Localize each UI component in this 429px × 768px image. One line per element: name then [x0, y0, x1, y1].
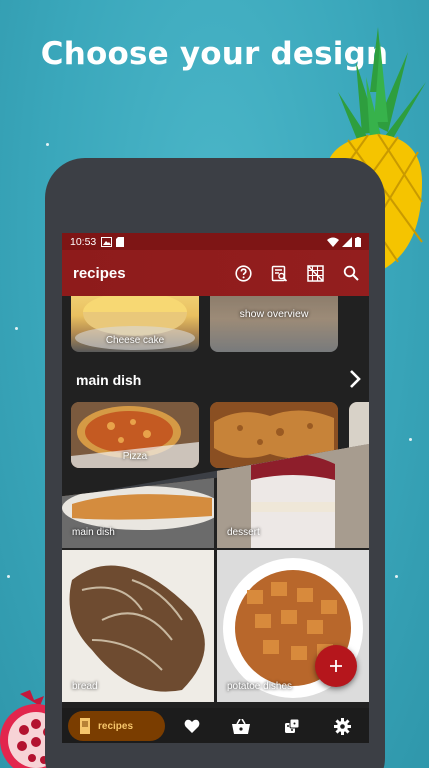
grid-icon [306, 264, 324, 282]
category-tile-bread[interactable]: bread [62, 550, 214, 702]
gear-icon [333, 717, 351, 735]
battery-icon [355, 236, 361, 247]
chevron-right-icon[interactable] [345, 368, 365, 390]
bottom-navigation: recipes [62, 708, 369, 743]
app-screen: 10:53 recipes Cheese cake show overview … [62, 233, 369, 743]
add-recipe-button[interactable] [315, 645, 357, 687]
search-icon [343, 265, 359, 281]
wifi-icon [327, 237, 339, 247]
sparkle-dot [46, 143, 49, 146]
recipe-card-cheese-cake[interactable]: Cheese cake [71, 296, 199, 352]
app-bar: recipes [62, 250, 369, 296]
app-title: recipes [73, 264, 126, 282]
sparkle-dot [395, 575, 398, 578]
signal-icon [342, 236, 352, 247]
basket-icon [232, 718, 250, 734]
grid-button[interactable] [297, 255, 333, 291]
nav-item-label: recipes [98, 720, 134, 732]
show-overview-card[interactable]: show overview [210, 296, 338, 352]
category-tile-label: bread [72, 681, 98, 692]
search-list-button[interactable] [261, 255, 297, 291]
search-button[interactable] [333, 255, 369, 291]
sparkle-dot [409, 438, 412, 441]
nav-item-settings[interactable] [329, 713, 355, 739]
help-button[interactable] [225, 255, 261, 291]
sparkle-dot [7, 575, 10, 578]
status-bar: 10:53 [62, 233, 369, 250]
search-list-icon [271, 265, 287, 282]
bread-image [62, 550, 214, 702]
nav-item-favorites[interactable] [179, 713, 205, 739]
help-icon [234, 264, 252, 282]
category-tile-label: dessert [227, 527, 260, 538]
show-overview-label: show overview [239, 308, 309, 320]
nav-item-random[interactable] [279, 713, 305, 739]
recipe-content: Cheese cake show overview main dish Pizz… [62, 296, 369, 708]
category-tile-label: main dish [72, 527, 115, 538]
plus-icon [330, 660, 342, 672]
sparkle-dot [15, 327, 18, 330]
section-title: main dish [76, 372, 142, 388]
gallery-icon [101, 236, 113, 247]
nav-item-shopping[interactable] [228, 713, 254, 739]
nav-item-recipes[interactable]: recipes [68, 711, 165, 741]
dice-icon [285, 718, 300, 733]
recipes-icon [80, 718, 90, 734]
status-time: 10:53 [70, 235, 97, 248]
recipe-card-label: Cheese cake [105, 335, 165, 346]
category-tile-label: potatoe dishes [227, 681, 293, 692]
heart-icon [184, 719, 200, 733]
sim-card-icon [116, 236, 125, 247]
